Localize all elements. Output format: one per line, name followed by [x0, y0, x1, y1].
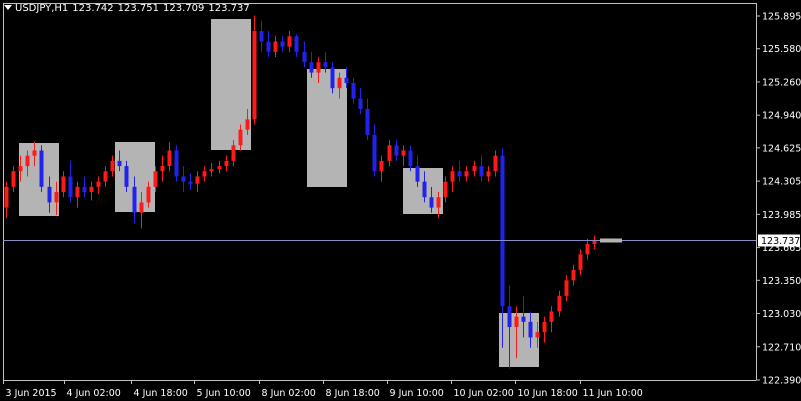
- highlight-box: [211, 19, 251, 150]
- y-tick-label: 122.710: [762, 342, 801, 353]
- candle: [110, 155, 115, 177]
- x-tick-label: 5 Jun 10:00: [197, 388, 251, 399]
- candle: [61, 171, 66, 198]
- bid-line-group: 123.737: [3, 234, 800, 247]
- candle: [96, 176, 101, 195]
- highlight-boxes: [19, 19, 539, 367]
- y-tick-label: 123.985: [762, 210, 801, 221]
- candle: [174, 145, 179, 182]
- candle: [401, 145, 406, 167]
- candle: [493, 150, 498, 177]
- candle: [4, 181, 9, 218]
- ohlc-close: 123.737: [208, 3, 250, 14]
- candle: [408, 145, 413, 172]
- chart-window[interactable]: 125.895 125.580 125.260 124.940 124.625 124.3…: [0, 0, 801, 401]
- y-tick-label: 124.305: [762, 177, 801, 188]
- ohlc-high: 123.751: [117, 3, 160, 14]
- x-tick-label: 4 Jun 02:00: [67, 388, 121, 399]
- candle: [394, 140, 399, 161]
- candle: [224, 155, 229, 172]
- symbol-label: USDJPY,H1: [15, 3, 69, 14]
- time-axis: 3 Jun 2015 4 Jun 02:00 4 Jun 18:00 5 Jun 10…: [3, 380, 643, 399]
- x-tick-label: 3 Jun 2015: [6, 388, 57, 399]
- candle: [387, 140, 392, 167]
- candle: [75, 181, 80, 208]
- candle: [195, 171, 200, 193]
- x-tick-label: 4 Jun 18:00: [134, 388, 188, 399]
- candle: [464, 166, 469, 182]
- candle: [379, 155, 384, 182]
- candle: [209, 162, 214, 177]
- candle: [273, 36, 278, 58]
- candle: [372, 124, 377, 177]
- y-tick-label: 123.350: [762, 276, 801, 287]
- candle: [450, 166, 455, 193]
- y-tick-label: 125.260: [762, 77, 801, 88]
- candle: [472, 160, 477, 177]
- ohlc-low: 123.709: [163, 3, 205, 14]
- highlight-box: [19, 143, 59, 216]
- candle: [557, 290, 562, 317]
- candle: [592, 235, 597, 250]
- candle: [252, 15, 257, 125]
- x-tick-label: 10 Jun 18:00: [518, 388, 578, 399]
- y-tick-label: 123.030: [762, 309, 801, 320]
- candle: [302, 41, 307, 68]
- candle: [571, 264, 576, 286]
- candle: [11, 166, 16, 193]
- candle: [351, 77, 356, 104]
- x-tick-label: 10 Jun 02:00: [454, 388, 514, 399]
- candle: [294, 34, 299, 58]
- current-bar-marker: [600, 238, 622, 243]
- candle: [82, 176, 87, 198]
- y-tick-label: 125.895: [762, 12, 801, 23]
- ohlc-open: 123.742: [72, 3, 114, 14]
- candle: [280, 36, 285, 52]
- price-chart[interactable]: 125.895 125.580 125.260 124.940 124.625 124.3…: [0, 0, 801, 401]
- candle: [39, 145, 44, 193]
- candle: [457, 160, 462, 182]
- y-tick-label: 124.940: [762, 111, 801, 122]
- candle: [89, 181, 94, 201]
- candle: [443, 176, 448, 203]
- x-tick-label: 8 Jun 18:00: [326, 388, 380, 399]
- dropdown-triangle-icon[interactable]: [4, 5, 12, 10]
- candle: [259, 20, 264, 52]
- candle: [549, 306, 554, 333]
- candle: [217, 160, 222, 174]
- y-tick-label: 125.580: [762, 44, 801, 55]
- candle: [578, 249, 583, 276]
- y-tick-label: 124.625: [762, 143, 801, 154]
- candle: [358, 88, 363, 115]
- candle: [365, 98, 370, 141]
- candle: [181, 166, 186, 193]
- candle: [188, 173, 193, 190]
- x-tick-label: 9 Jun 10:00: [390, 388, 444, 399]
- x-tick-label: 11 Jun 10:00: [583, 388, 643, 399]
- chart-header: USDJPY,H1 123.742 123.751 123.709 123.737: [4, 3, 254, 15]
- candle: [287, 31, 292, 52]
- candle: [479, 155, 484, 182]
- x-tick-label: 8 Jun 02:00: [262, 388, 316, 399]
- highlight-box: [499, 313, 539, 367]
- candle: [167, 142, 172, 172]
- candle: [160, 155, 165, 182]
- candle: [202, 166, 207, 182]
- candlestick-series: [4, 15, 597, 369]
- candle: [103, 166, 108, 187]
- candle: [564, 275, 569, 302]
- current-price-label: 123.737: [761, 236, 800, 247]
- y-tick-label: 122.390: [762, 376, 801, 387]
- candle: [585, 238, 590, 260]
- candle: [486, 166, 491, 182]
- candle: [542, 316, 547, 343]
- candle: [266, 31, 271, 58]
- candle: [68, 160, 73, 203]
